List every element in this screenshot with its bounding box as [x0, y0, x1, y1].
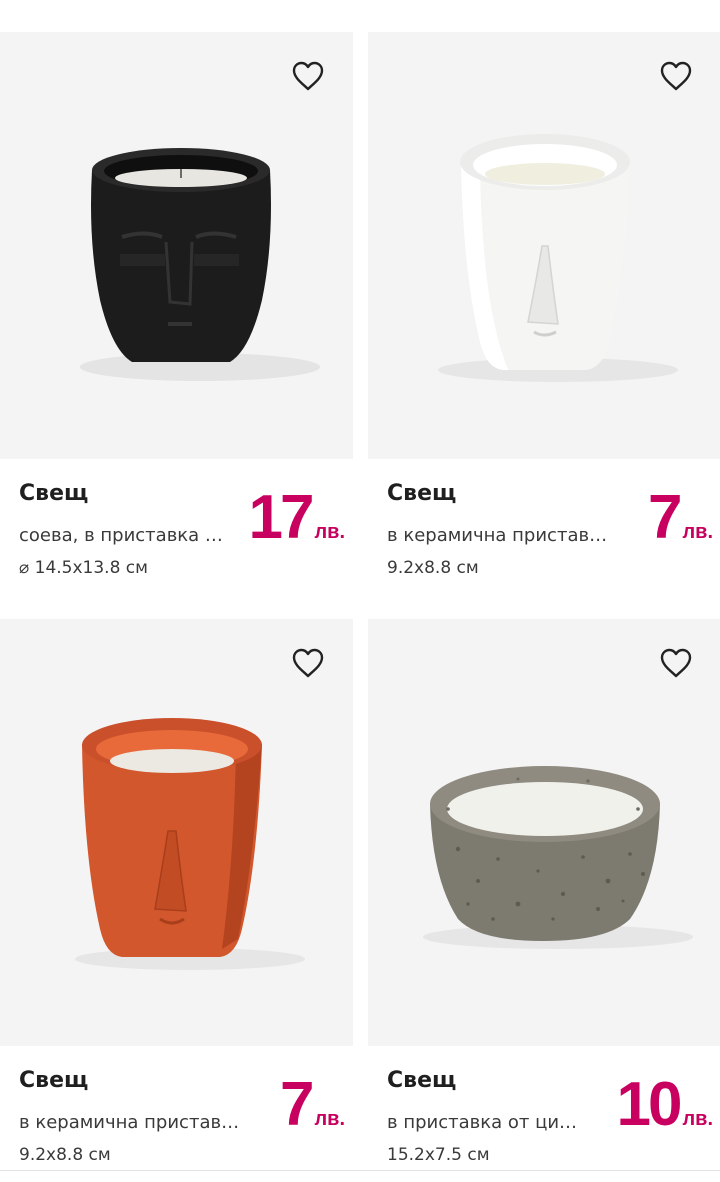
product-price: 17 лв.	[248, 487, 345, 549]
product-description: в керамична приставк…	[387, 525, 613, 546]
favorite-button[interactable]	[659, 60, 693, 92]
product-info[interactable]: Свещ в приставка от ци… 15.2x7.5 см 10 л…	[368, 1046, 720, 1182]
price-currency: лв.	[314, 521, 345, 543]
product-title[interactable]: Свещ	[387, 481, 456, 506]
product-price: 10 лв.	[616, 1074, 713, 1136]
heart-outline-icon	[660, 648, 692, 678]
product-image[interactable]	[368, 32, 720, 459]
orange-face-candle-image	[75, 718, 305, 970]
product-dimensions: 9.2x8.8 см	[19, 1145, 111, 1165]
price-value: 17	[248, 483, 314, 552]
product-title[interactable]: Свещ	[19, 481, 88, 506]
price-currency: лв.	[682, 521, 713, 543]
product-dimensions: 9.2x8.8 см	[387, 558, 479, 578]
heart-outline-icon	[292, 61, 324, 91]
heart-outline-icon	[660, 61, 692, 91]
favorite-button[interactable]	[291, 647, 325, 679]
price-value: 7	[647, 483, 683, 552]
product-price: 7 лв.	[280, 1074, 345, 1136]
product-title[interactable]: Свещ	[387, 1068, 456, 1093]
price-currency: лв.	[682, 1108, 713, 1130]
product-description: в приставка от ци…	[387, 1112, 578, 1133]
product-title[interactable]: Свещ	[19, 1068, 88, 1093]
price-currency: лв.	[314, 1108, 345, 1130]
product-info[interactable]: Свещ в керамична приставк… 9.2x8.8 см 7 …	[368, 459, 720, 617]
favorite-button[interactable]	[291, 60, 325, 92]
black-face-candle-image	[80, 148, 320, 381]
product-description: в керамична приставк…	[19, 1112, 245, 1133]
favorite-button[interactable]	[659, 647, 693, 679]
divider	[0, 1170, 720, 1171]
product-info[interactable]: Свещ в керамична приставк… 9.2x8.8 см 7 …	[0, 1046, 353, 1182]
product-grid: Свещ соева, в приставка … ⌀ 14.5x13.8 см…	[0, 0, 720, 1182]
product-dimensions: 15.2x7.5 см	[387, 1145, 490, 1165]
white-face-candle-image	[438, 134, 678, 382]
product-dimensions: ⌀ 14.5x13.8 см	[19, 558, 148, 578]
product-image[interactable]	[0, 619, 353, 1046]
product-price: 7 лв.	[648, 487, 713, 549]
product-image[interactable]	[368, 619, 720, 1046]
heart-outline-icon	[292, 648, 324, 678]
product-image[interactable]	[0, 32, 353, 459]
product-description: соева, в приставка …	[19, 525, 223, 546]
cement-bowl-candle-image	[423, 766, 693, 949]
product-info[interactable]: Свещ соева, в приставка … ⌀ 14.5x13.8 см…	[0, 459, 353, 617]
price-value: 7	[279, 1070, 315, 1139]
price-value: 10	[616, 1070, 682, 1139]
